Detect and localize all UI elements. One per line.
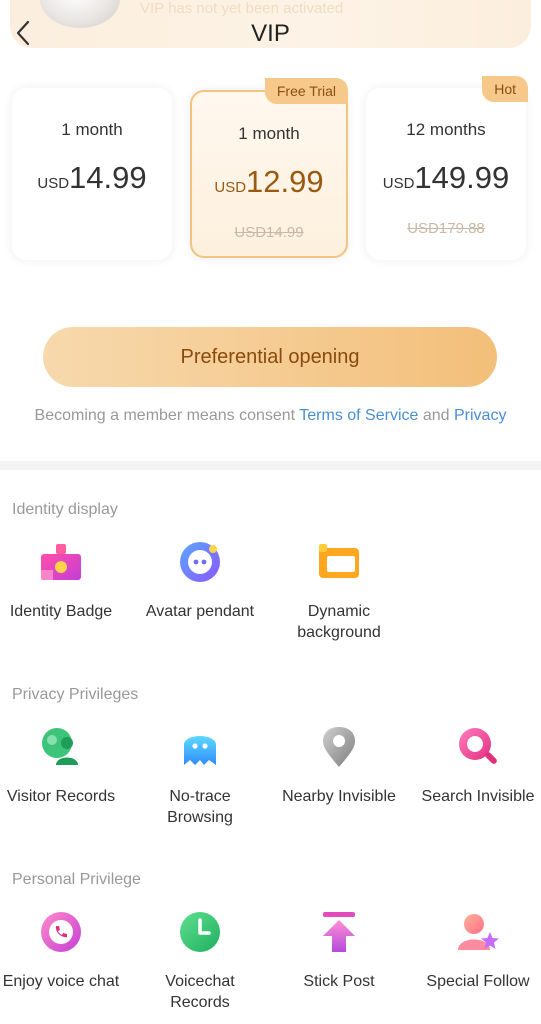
plan-card-12-months[interactable]: Hot 12 months USD149.99 USD179.88	[366, 76, 528, 260]
feature-enjoy-voice-chat[interactable]: Enjoy voice chat	[0, 910, 126, 992]
search-invisible-icon	[459, 728, 497, 764]
plan-name: 12 months	[406, 120, 486, 139]
feature-label: Identity Badge	[9, 603, 113, 620]
section-divider	[0, 461, 541, 470]
feature-no-trace-browsing[interactable]: No-trace Browsing	[135, 725, 265, 828]
nearby-invisible-icon	[323, 727, 355, 767]
plan-price: USD14.99	[12, 160, 172, 196]
feature-identity-badge[interactable]: Identity Badge	[0, 540, 126, 622]
consent-text: Becoming a member means consent Terms of…	[30, 405, 511, 427]
preferential-opening-button[interactable]: Preferential opening	[43, 327, 497, 387]
plan-card-1-month-trial[interactable]: Free Trial 1 month USD12.99 USD14.99	[190, 78, 348, 258]
feature-visitor-records[interactable]: Visitor Records	[0, 725, 126, 807]
plan-currency: USD	[214, 179, 247, 196]
feature-voicechat-records[interactable]: Voicechat Records	[135, 910, 265, 1013]
voice-chat-icon	[41, 912, 81, 952]
identity-badge-icon	[41, 544, 81, 580]
feature-special-follow[interactable]: Special Follow	[413, 910, 541, 992]
special-follow-icon	[458, 914, 499, 950]
section-title-identity-display: Identity display	[12, 501, 118, 518]
plan-price: USD149.99	[366, 160, 526, 196]
section-title-privacy-privileges: Privacy Privileges	[12, 686, 139, 703]
plan-price: USD12.99	[192, 164, 346, 200]
hot-badge: Hot	[482, 76, 528, 102]
consent-and: and	[418, 407, 454, 424]
plan-amount: 149.99	[414, 160, 510, 195]
plan-card-1-month[interactable]: 1 month USD14.99	[12, 88, 172, 260]
feature-label: Stick Post	[303, 973, 375, 990]
consent-prefix: Becoming a member means consent	[34, 407, 300, 424]
section-title-personal-privilege: Personal Privilege	[12, 871, 141, 888]
avatar-pendant-icon	[180, 542, 220, 582]
feature-label: No-trace Browsing	[167, 788, 233, 826]
feature-search-invisible[interactable]: Search Invisible	[413, 725, 541, 807]
feature-stick-post[interactable]: Stick Post	[274, 910, 404, 992]
privacy-link[interactable]: Privacy	[454, 407, 506, 424]
feature-label: Visitor Records	[6, 788, 116, 805]
terms-of-service-link[interactable]: Terms of Service	[299, 407, 418, 424]
plan-name: 1 month	[238, 124, 300, 143]
voicechat-records-icon	[180, 912, 220, 952]
header: VIP	[0, 14, 541, 54]
feature-label: Dynamic background	[297, 603, 381, 641]
feature-label: Nearby Invisible	[282, 788, 396, 805]
page-title: VIP	[251, 20, 290, 47]
feature-label: Special Follow	[426, 973, 530, 990]
feature-label: Enjoy voice chat	[2, 973, 120, 990]
feature-nearby-invisible[interactable]: Nearby Invisible	[274, 725, 404, 807]
feature-label: Search Invisible	[421, 788, 535, 805]
plan-list: 1 month USD14.99 Free Trial 1 month USD1…	[0, 76, 541, 263]
visitor-records-icon	[42, 728, 78, 765]
plan-original-price: USD14.99	[234, 224, 304, 241]
plan-currency: USD	[382, 175, 415, 192]
feature-avatar-pendant[interactable]: Avatar pendant	[135, 540, 265, 622]
plan-original-price: USD179.88	[407, 220, 485, 237]
dynamic-background-icon	[319, 544, 359, 578]
no-trace-browsing-icon	[184, 736, 216, 765]
plan-amount: 14.99	[69, 160, 147, 195]
feature-dynamic-background[interactable]: Dynamic background	[274, 540, 404, 643]
plan-currency: USD	[37, 175, 70, 192]
feature-label: Voicechat Records	[165, 973, 235, 1011]
free-trial-badge: Free Trial	[264, 78, 348, 104]
plan-amount: 12.99	[246, 164, 324, 199]
feature-label: Avatar pendant	[145, 603, 255, 620]
stick-post-icon	[323, 912, 355, 952]
plan-name: 1 month	[61, 120, 123, 139]
